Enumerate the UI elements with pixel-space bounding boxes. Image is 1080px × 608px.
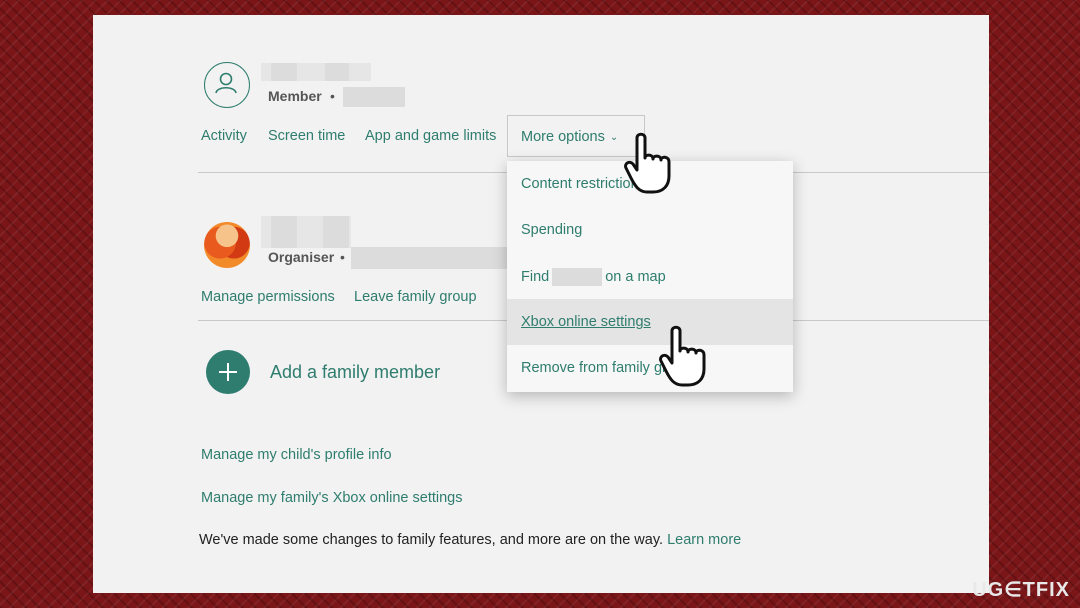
tab-more-options-label: More options bbox=[521, 129, 605, 145]
menu-item-remove-from-family[interactable]: Remove from family group bbox=[507, 345, 793, 391]
add-family-member-button[interactable] bbox=[206, 350, 250, 394]
plus-icon bbox=[219, 363, 237, 381]
redacted-organiser-email bbox=[351, 247, 507, 269]
redacted-member-name-part bbox=[271, 63, 297, 81]
tab-activity[interactable]: Activity bbox=[201, 128, 247, 144]
redacted-child-name bbox=[552, 268, 603, 286]
redacted-organiser-name-part bbox=[271, 216, 297, 248]
redacted-member-email bbox=[343, 87, 405, 107]
chevron-down-icon: ⌄ bbox=[609, 132, 619, 143]
manage-child-profile-link[interactable]: Manage my child's profile info bbox=[201, 447, 392, 463]
bullet-separator: • bbox=[340, 249, 345, 265]
member-avatar[interactable] bbox=[204, 62, 250, 108]
organiser-avatar[interactable] bbox=[204, 222, 250, 268]
family-settings-panel: Member • Activity Screen time App and ga… bbox=[93, 15, 989, 593]
tab-app-and-game-limits[interactable]: App and game limits bbox=[365, 128, 496, 144]
menu-item-find-on-map[interactable]: Find on a map bbox=[507, 253, 793, 299]
manage-permissions-link[interactable]: Manage permissions bbox=[201, 289, 335, 305]
menu-item-xbox-online-settings[interactable]: Xbox online settings bbox=[507, 299, 793, 345]
bullet-separator: • bbox=[330, 88, 335, 104]
watermark-text-a: UG bbox=[972, 579, 1005, 601]
hand-pointer-icon bbox=[659, 325, 706, 387]
menu-item-spending[interactable]: Spending bbox=[507, 207, 793, 253]
tab-screen-time[interactable]: Screen time bbox=[268, 128, 345, 144]
menu-item-label: Spending bbox=[521, 222, 583, 238]
add-family-member-label[interactable]: Add a family member bbox=[270, 362, 440, 383]
member-role-label: Member bbox=[268, 88, 322, 104]
watermark-text-b: TFIX bbox=[1022, 579, 1070, 601]
changes-notice-text: We've made some changes to family featur… bbox=[199, 532, 664, 548]
manage-xbox-settings-link[interactable]: Manage my family's Xbox online settings bbox=[201, 490, 462, 506]
redacted-organiser-name-part bbox=[323, 216, 349, 248]
menu-item-label-prefix: Find bbox=[521, 268, 550, 285]
hand-pointer-icon bbox=[624, 132, 671, 194]
changes-notice: We've made some changes to family featur… bbox=[199, 532, 741, 548]
watermark-logo: UG∈TFIX bbox=[972, 577, 1070, 602]
menu-item-label-suffix: on a map bbox=[605, 268, 666, 285]
person-icon bbox=[215, 72, 237, 94]
menu-item-label: Xbox online settings bbox=[521, 314, 651, 330]
watermark-e-glyph: ∈ bbox=[1004, 579, 1023, 601]
learn-more-link[interactable]: Learn more bbox=[667, 532, 741, 548]
redacted-member-name-part bbox=[325, 63, 349, 81]
organiser-role-label: Organiser bbox=[268, 249, 335, 265]
leave-family-group-link[interactable]: Leave family group bbox=[354, 289, 477, 305]
